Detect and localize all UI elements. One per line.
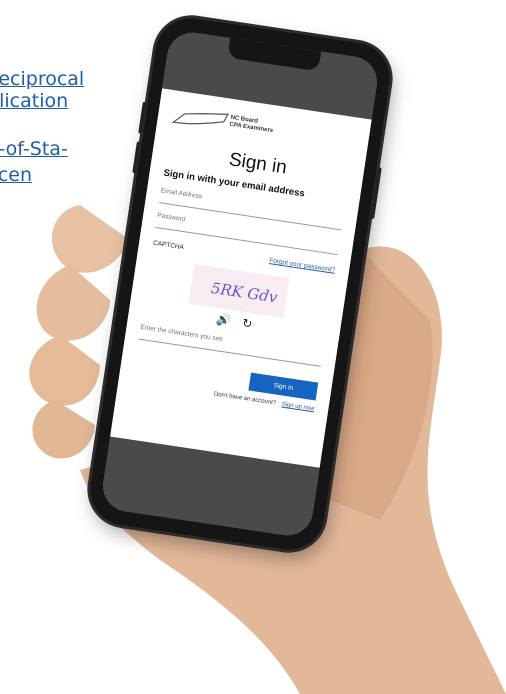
speaker-icon[interactable]: 🔊	[215, 312, 232, 328]
no-account-text: Don't have an account?	[213, 391, 277, 407]
signin-page: NC Board CPA Examiners Sign in Sign in w…	[110, 88, 372, 468]
captcha-text: 5RK Gdv	[210, 279, 279, 307]
captcha-label: CAPTCHA	[152, 239, 185, 252]
nc-state-shape-icon	[171, 113, 229, 125]
sign-in-button[interactable]: Sign in	[248, 372, 319, 401]
sign-up-link[interactable]: Sign up now	[281, 402, 315, 413]
forgot-password-link[interactable]: Forgot your password?	[269, 257, 336, 274]
phone-notch	[227, 37, 322, 72]
refresh-icon[interactable]: ↻	[241, 316, 253, 331]
